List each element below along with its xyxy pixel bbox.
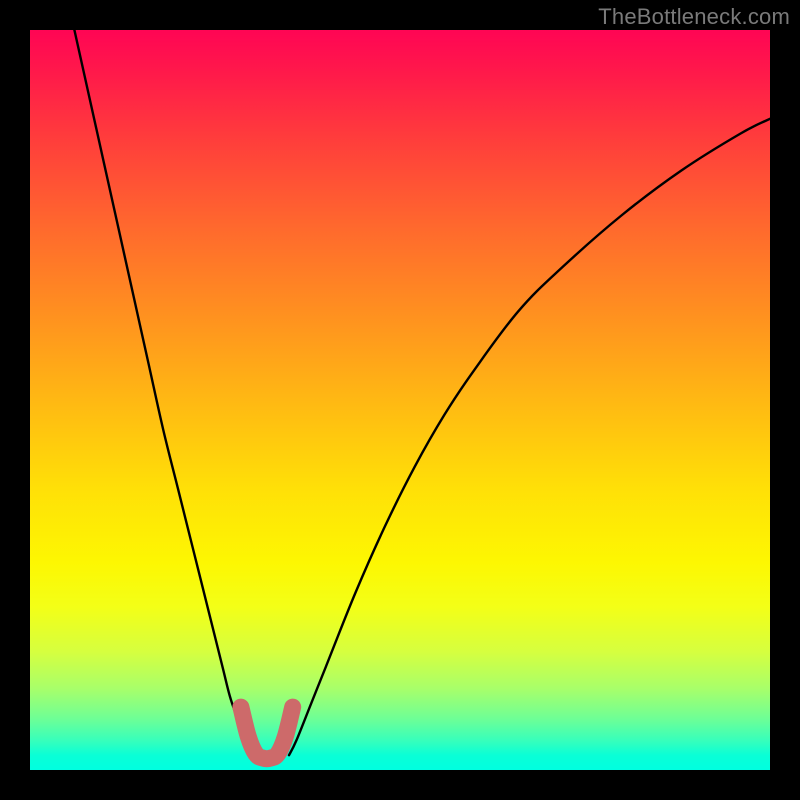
curve-right — [289, 119, 770, 755]
watermark-text: TheBottleneck.com — [598, 4, 790, 30]
chart-svg — [30, 30, 770, 770]
plot-area — [30, 30, 770, 770]
outer-frame: TheBottleneck.com — [0, 0, 800, 800]
curve-left — [74, 30, 252, 755]
valley-accent-icon — [241, 707, 293, 759]
